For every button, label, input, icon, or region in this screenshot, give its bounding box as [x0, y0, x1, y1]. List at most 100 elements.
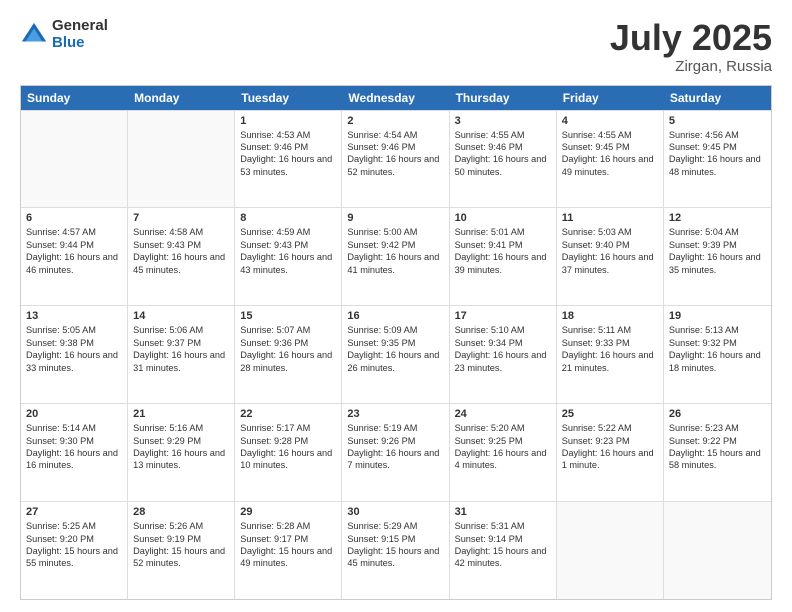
day-number: 17 — [455, 310, 551, 322]
daylight-text: Daylight: 16 hours and 10 minutes. — [240, 447, 336, 472]
sunrise-text: Sunrise: 5:09 AM — [347, 324, 443, 336]
daylight-text: Daylight: 16 hours and 7 minutes. — [347, 447, 443, 472]
daylight-text: Daylight: 15 hours and 52 minutes. — [133, 545, 229, 570]
daylight-text: Daylight: 16 hours and 49 minutes. — [562, 153, 658, 178]
sunrise-text: Sunrise: 5:17 AM — [240, 422, 336, 434]
day-number: 12 — [669, 212, 766, 224]
cal-cell: 23Sunrise: 5:19 AMSunset: 9:26 PMDayligh… — [342, 404, 449, 501]
cal-row-4: 20Sunrise: 5:14 AMSunset: 9:30 PMDayligh… — [21, 403, 771, 501]
cal-cell: 28Sunrise: 5:26 AMSunset: 9:19 PMDayligh… — [128, 502, 235, 599]
sunset-text: Sunset: 9:42 PM — [347, 239, 443, 251]
sunset-text: Sunset: 9:45 PM — [669, 141, 766, 153]
sunset-text: Sunset: 9:33 PM — [562, 337, 658, 349]
day-number: 4 — [562, 115, 658, 127]
header-day-saturday: Saturday — [664, 86, 771, 110]
cal-cell: 8Sunrise: 4:59 AMSunset: 9:43 PMDaylight… — [235, 208, 342, 305]
day-number: 6 — [26, 212, 122, 224]
sunset-text: Sunset: 9:26 PM — [347, 435, 443, 447]
sunset-text: Sunset: 9:43 PM — [133, 239, 229, 251]
day-number: 28 — [133, 506, 229, 518]
cal-row-3: 13Sunrise: 5:05 AMSunset: 9:38 PMDayligh… — [21, 305, 771, 403]
daylight-text: Daylight: 16 hours and 31 minutes. — [133, 349, 229, 374]
cal-cell: 10Sunrise: 5:01 AMSunset: 9:41 PMDayligh… — [450, 208, 557, 305]
day-number: 11 — [562, 212, 658, 224]
sunrise-text: Sunrise: 5:23 AM — [669, 422, 766, 434]
cal-cell — [557, 502, 664, 599]
header-day-monday: Monday — [128, 86, 235, 110]
sunrise-text: Sunrise: 5:03 AM — [562, 226, 658, 238]
cal-cell: 27Sunrise: 5:25 AMSunset: 9:20 PMDayligh… — [21, 502, 128, 599]
sunset-text: Sunset: 9:39 PM — [669, 239, 766, 251]
sunset-text: Sunset: 9:36 PM — [240, 337, 336, 349]
day-number: 27 — [26, 506, 122, 518]
sunrise-text: Sunrise: 5:31 AM — [455, 520, 551, 532]
sunrise-text: Sunrise: 5:14 AM — [26, 422, 122, 434]
day-number: 25 — [562, 408, 658, 420]
daylight-text: Daylight: 15 hours and 58 minutes. — [669, 447, 766, 472]
sunset-text: Sunset: 9:30 PM — [26, 435, 122, 447]
cal-cell: 19Sunrise: 5:13 AMSunset: 9:32 PMDayligh… — [664, 306, 771, 403]
sunrise-text: Sunrise: 5:26 AM — [133, 520, 229, 532]
cal-cell: 31Sunrise: 5:31 AMSunset: 9:14 PMDayligh… — [450, 502, 557, 599]
cal-cell: 2Sunrise: 4:54 AMSunset: 9:46 PMDaylight… — [342, 111, 449, 208]
daylight-text: Daylight: 16 hours and 18 minutes. — [669, 349, 766, 374]
logo-icon — [20, 21, 48, 49]
day-number: 26 — [669, 408, 766, 420]
sunset-text: Sunset: 9:46 PM — [455, 141, 551, 153]
sunrise-text: Sunrise: 5:28 AM — [240, 520, 336, 532]
day-number: 19 — [669, 310, 766, 322]
title-month: July 2025 — [610, 18, 772, 58]
cal-cell: 15Sunrise: 5:07 AMSunset: 9:36 PMDayligh… — [235, 306, 342, 403]
calendar-body: 1Sunrise: 4:53 AMSunset: 9:46 PMDaylight… — [21, 110, 771, 599]
day-number: 21 — [133, 408, 229, 420]
day-number: 7 — [133, 212, 229, 224]
sunrise-text: Sunrise: 5:01 AM — [455, 226, 551, 238]
cal-cell: 22Sunrise: 5:17 AMSunset: 9:28 PMDayligh… — [235, 404, 342, 501]
daylight-text: Daylight: 15 hours and 45 minutes. — [347, 545, 443, 570]
daylight-text: Daylight: 16 hours and 43 minutes. — [240, 251, 336, 276]
day-number: 8 — [240, 212, 336, 224]
sunrise-text: Sunrise: 5:04 AM — [669, 226, 766, 238]
daylight-text: Daylight: 16 hours and 26 minutes. — [347, 349, 443, 374]
sunrise-text: Sunrise: 4:55 AM — [455, 129, 551, 141]
header-day-tuesday: Tuesday — [235, 86, 342, 110]
sunrise-text: Sunrise: 4:58 AM — [133, 226, 229, 238]
daylight-text: Daylight: 16 hours and 52 minutes. — [347, 153, 443, 178]
daylight-text: Daylight: 16 hours and 35 minutes. — [669, 251, 766, 276]
daylight-text: Daylight: 16 hours and 21 minutes. — [562, 349, 658, 374]
daylight-text: Daylight: 16 hours and 50 minutes. — [455, 153, 551, 178]
sunset-text: Sunset: 9:40 PM — [562, 239, 658, 251]
sunset-text: Sunset: 9:38 PM — [26, 337, 122, 349]
day-number: 18 — [562, 310, 658, 322]
cal-cell — [21, 111, 128, 208]
day-number: 13 — [26, 310, 122, 322]
cal-cell: 4Sunrise: 4:55 AMSunset: 9:45 PMDaylight… — [557, 111, 664, 208]
daylight-text: Daylight: 16 hours and 53 minutes. — [240, 153, 336, 178]
daylight-text: Daylight: 15 hours and 49 minutes. — [240, 545, 336, 570]
cal-cell: 14Sunrise: 5:06 AMSunset: 9:37 PMDayligh… — [128, 306, 235, 403]
cal-cell: 29Sunrise: 5:28 AMSunset: 9:17 PMDayligh… — [235, 502, 342, 599]
cal-cell: 9Sunrise: 5:00 AMSunset: 9:42 PMDaylight… — [342, 208, 449, 305]
day-number: 5 — [669, 115, 766, 127]
sunrise-text: Sunrise: 5:10 AM — [455, 324, 551, 336]
cal-row-5: 27Sunrise: 5:25 AMSunset: 9:20 PMDayligh… — [21, 501, 771, 599]
sunrise-text: Sunrise: 4:57 AM — [26, 226, 122, 238]
cal-cell: 6Sunrise: 4:57 AMSunset: 9:44 PMDaylight… — [21, 208, 128, 305]
sunrise-text: Sunrise: 5:19 AM — [347, 422, 443, 434]
page: General Blue July 2025 Zirgan, Russia Su… — [0, 0, 792, 612]
cal-cell: 12 Sunrise: 5:04 AMSunset: 9:39 PMDayligh… — [664, 208, 771, 305]
sunset-text: Sunset: 9:25 PM — [455, 435, 551, 447]
day-number: 29 — [240, 506, 336, 518]
day-number: 30 — [347, 506, 443, 518]
calendar: SundayMondayTuesdayWednesdayThursdayFrid… — [20, 85, 772, 600]
sunrise-text: Sunrise: 5:13 AM — [669, 324, 766, 336]
sunset-text: Sunset: 9:23 PM — [562, 435, 658, 447]
cal-cell: 30Sunrise: 5:29 AMSunset: 9:15 PMDayligh… — [342, 502, 449, 599]
sunset-text: Sunset: 9:41 PM — [455, 239, 551, 251]
cal-cell: 11Sunrise: 5:03 AMSunset: 9:40 PMDayligh… — [557, 208, 664, 305]
day-number: 16 — [347, 310, 443, 322]
calendar-header: SundayMondayTuesdayWednesdayThursdayFrid… — [21, 86, 771, 110]
sunset-text: Sunset: 9:34 PM — [455, 337, 551, 349]
sunset-text: Sunset: 9:37 PM — [133, 337, 229, 349]
cal-cell: 7Sunrise: 4:58 AMSunset: 9:43 PMDaylight… — [128, 208, 235, 305]
